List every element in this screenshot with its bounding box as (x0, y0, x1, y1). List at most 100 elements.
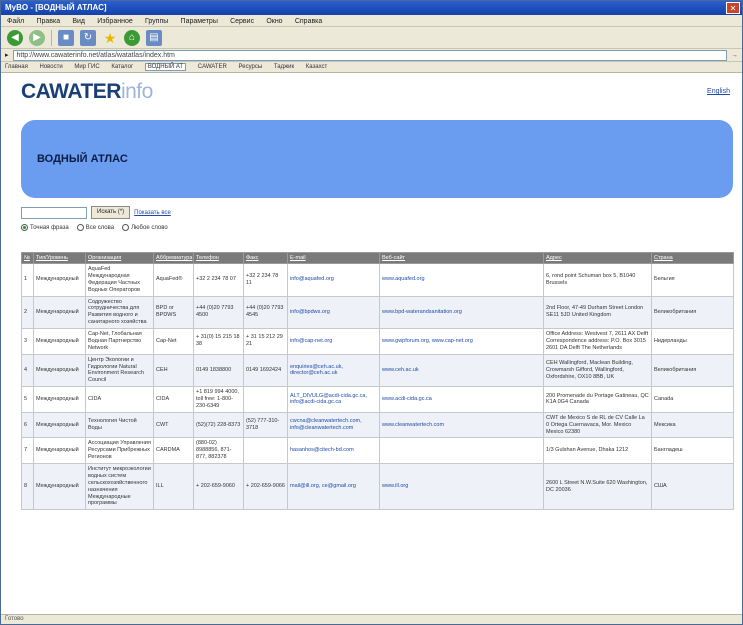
table-cell[interactable]: info@cap-net.org (287, 328, 380, 355)
table-cell[interactable]: www.ceh.ac.uk (379, 353, 544, 388)
table-cell: Международный (33, 411, 86, 439)
language-link[interactable]: English (707, 88, 730, 95)
link-item-active[interactable]: ВОДНЫЙ АТ (144, 63, 187, 71)
menu-options[interactable]: Параметры (181, 18, 218, 25)
home-icon[interactable]: ⌂ (124, 29, 140, 46)
link-item[interactable]: Каталог (111, 64, 133, 70)
links-bar: Главная Новости Мир ГИС Каталог ВОДНЫЙ А… (1, 62, 742, 73)
table-cell: 5 (21, 386, 34, 413)
column-header[interactable]: Организация (85, 252, 154, 264)
table-cell[interactable]: mail@ill.org, ce@gmail.org (287, 462, 380, 511)
table-cell[interactable]: ALT_DIVULG@acdi-cida.gc.ca, info@acdi-ci… (287, 386, 380, 413)
history-icon[interactable]: ▤ (146, 29, 162, 46)
table-cell[interactable]: www.gwpforum.org, www.cap-net.org (379, 328, 544, 355)
link-item[interactable]: Главная (5, 64, 28, 70)
address-bar: ▸ http://www.cawaterinfo.net/atlas/watat… (1, 49, 742, 62)
stop-icon[interactable]: ■ (58, 29, 74, 46)
radio-icon[interactable] (76, 224, 84, 231)
table-cell: 7 (21, 437, 34, 464)
menu-file[interactable]: Файл (7, 18, 24, 25)
table-cell: +44 (0)20 7793 4545 (243, 295, 288, 329)
column-header[interactable]: E-mail (287, 252, 380, 264)
table-cell[interactable]: info@aquafed.org (287, 263, 380, 297)
column-header[interactable]: № (21, 252, 34, 264)
table-cell: Технология Чистой Воды (85, 411, 154, 439)
menu-help[interactable]: Справка (295, 18, 322, 25)
link-item[interactable]: Таджик (274, 64, 294, 70)
table-cell: 1 (21, 263, 34, 297)
option-all-words[interactable]: Все слова (76, 224, 114, 231)
table-row: 6 Международный Технология Чистой Воды CWT(… (21, 411, 734, 439)
menu-favorites[interactable]: Избранное (97, 18, 132, 25)
table-cell: CIDA (153, 386, 194, 413)
link-item[interactable]: Мир ГИС (74, 64, 99, 70)
close-icon[interactable]: ✕ (726, 2, 740, 14)
option-exact-phrase[interactable]: Точная фраза (21, 224, 69, 231)
table-body: 1 Международный AquaFed Международная Феде… (21, 263, 734, 511)
table-cell: + 31(0) 15 215 18 38 (193, 328, 244, 355)
table-cell[interactable]: enquiries@ceh.ac.uk, director@ceh.ac.uk (287, 353, 380, 388)
back-icon[interactable]: ◀ (7, 29, 23, 46)
option-any-word[interactable]: Любое слово (122, 224, 168, 231)
table-cell: 3 (21, 328, 34, 355)
favorites-star-icon[interactable]: ★ (102, 30, 118, 46)
page-banner: ВОДНЫЙ АТЛАС (21, 120, 733, 198)
go-icon[interactable]: → (731, 52, 738, 59)
table-cell: AquaFed Международная Федерация Частных … (85, 263, 154, 297)
column-header[interactable]: Веб-сайт (379, 252, 544, 264)
refresh-icon[interactable]: ↻ (80, 29, 96, 46)
table-cell[interactable]: cwcna@cleanwatertech.com, info@cleanwate… (287, 411, 380, 439)
table-cell[interactable]: info@bpdws.org (287, 295, 380, 329)
logo-light-text: info (120, 80, 153, 103)
table-cell: CEH (153, 353, 194, 388)
table-row: 4 Международный Центр Экологии и Гидрологи… (21, 353, 734, 388)
table-cell[interactable] (379, 437, 544, 464)
option-label: Точная фраза (30, 224, 69, 231)
link-item[interactable]: Ресурсы (239, 64, 263, 70)
table-cell: Мексика (651, 411, 734, 439)
table-cell: Международный (33, 462, 86, 511)
menu-view[interactable]: Вид (72, 18, 85, 25)
table-cell: Центр Экологии и Гидрологии Natural Envi… (85, 353, 154, 388)
table-cell[interactable]: hasanhos@citech-bd.com (287, 437, 380, 464)
radio-icon[interactable] (122, 224, 130, 231)
table-cell: CIDA (85, 386, 154, 413)
table-cell: + 202-659-9066 (243, 462, 288, 511)
table-cell: + 202-659-9060 (193, 462, 244, 511)
table-cell: CWT (153, 411, 194, 439)
menu-bar: Файл Правка Вид Избранное Группы Парамет… (1, 15, 742, 27)
forward-icon[interactable]: ▶ (29, 29, 45, 46)
table-cell[interactable]: www.acdi-cida.gc.ca (379, 386, 544, 413)
table-cell[interactable]: www.aquafed.org (379, 263, 544, 297)
link-item[interactable]: Казахст (306, 64, 328, 70)
table-cell[interactable]: www.cleanwatertech.com (379, 411, 544, 439)
column-header[interactable]: Телефон (193, 252, 244, 264)
search-input[interactable] (21, 206, 87, 219)
site-logo[interactable]: CAWATERinfo (21, 80, 153, 104)
menu-edit[interactable]: Правка (36, 18, 60, 25)
address-input[interactable]: http://www.cawaterinfo.net/atlas/watatla… (12, 49, 727, 61)
column-header[interactable]: Факс (243, 252, 288, 264)
table-cell: Великобритания (651, 353, 734, 388)
window-title: MyBO - [ВОДНЫЙ АТЛАС] (5, 3, 107, 12)
link-item[interactable]: CAWATER (198, 64, 227, 70)
page-title: ВОДНЫЙ АТЛАС (37, 153, 128, 165)
table-cell: +32 2 234 78 07 (193, 263, 244, 297)
radio-selected-icon[interactable] (21, 224, 28, 231)
title-bar: MyBO - [ВОДНЫЙ АТЛАС] ✕ (1, 1, 742, 15)
column-header[interactable]: Адрес (543, 252, 652, 264)
table-cell[interactable]: www.ill.org (379, 462, 544, 511)
column-header[interactable]: Аббревиатура (153, 252, 194, 264)
link-item[interactable]: Новости (40, 64, 63, 70)
table-cell[interactable]: www.bpd-waterandsanitation.org (379, 295, 544, 329)
search-button[interactable]: Искать (*) (91, 206, 131, 219)
column-header[interactable]: Тип/Уровень (33, 252, 86, 264)
table-cell: Великобритания (651, 295, 734, 329)
menu-groups[interactable]: Группы (145, 18, 168, 25)
show-all-link[interactable]: Показать все (134, 210, 171, 216)
table-cell: Canada (651, 386, 734, 413)
browser-window: MyBO - [ВОДНЫЙ АТЛАС] ✕ Файл Правка Вид … (0, 0, 743, 625)
column-header[interactable]: Страна (651, 252, 734, 264)
menu-tools[interactable]: Сервис (230, 18, 254, 25)
menu-window[interactable]: Окно (266, 18, 282, 25)
